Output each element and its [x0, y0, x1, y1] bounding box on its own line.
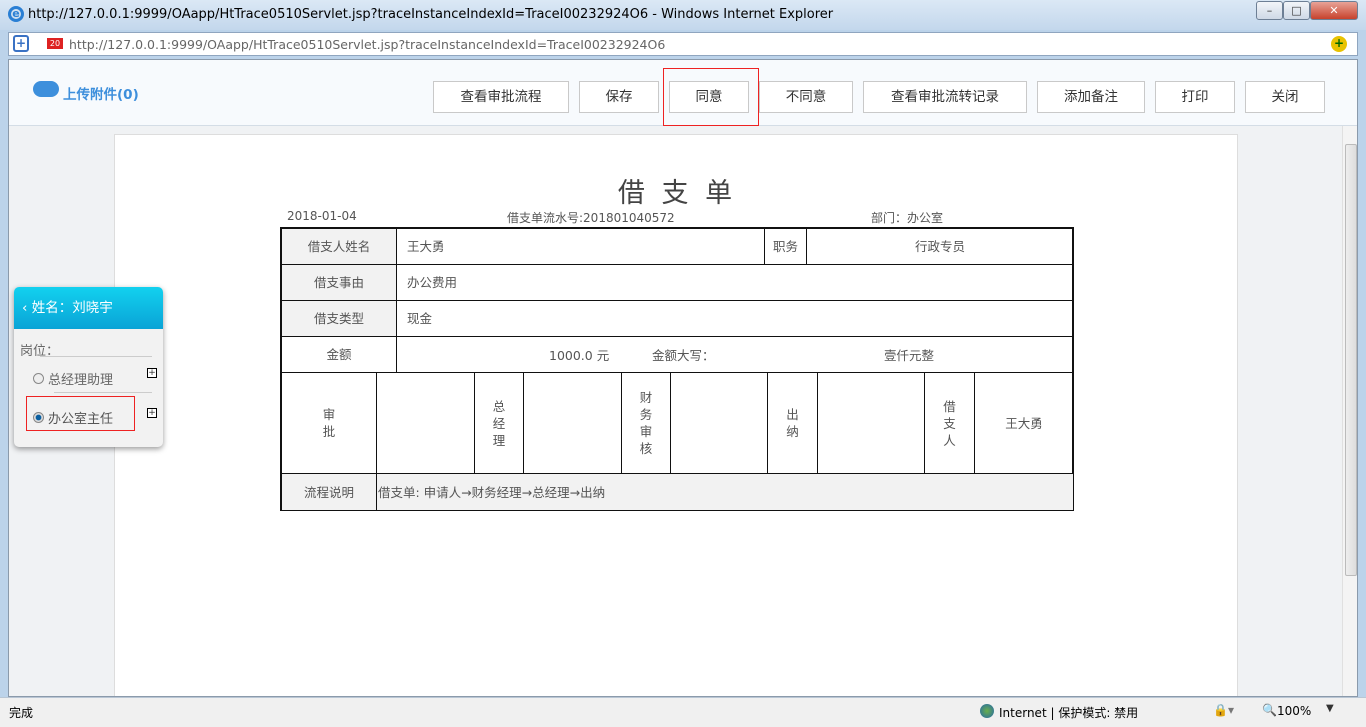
site-icon: 20 — [47, 38, 63, 49]
radio-selected-icon[interactable] — [33, 412, 44, 423]
view-flow-records-button[interactable]: 查看审批流转记录 — [863, 81, 1027, 113]
zoom-level[interactable]: 100% — [1277, 704, 1311, 718]
title-bar: e http://127.0.0.1:9999/OAapp/HtTrace051… — [0, 0, 1366, 30]
borrower-sign: 王大勇 — [974, 372, 1074, 474]
form-dept: 部门：办公室 — [871, 209, 943, 226]
value-amount-upper: 壹仟元整 — [884, 347, 934, 364]
window-title: http://127.0.0.1:9999/OAapp/HtTrace0510S… — [28, 7, 833, 22]
label-finance: 财 务 审 核 — [621, 372, 671, 474]
agree-button[interactable]: 同意 — [669, 81, 749, 113]
user-name: 姓名：刘晓宇 — [32, 300, 113, 316]
value-type: 现金 — [396, 300, 1074, 337]
disagree-button[interactable]: 不同意 — [759, 81, 853, 113]
option-gm-assistant[interactable]: 总经理助理 — [33, 369, 113, 388]
gm-sign — [523, 372, 622, 474]
expand-icon[interactable]: + — [147, 408, 157, 418]
protected-mode-icon[interactable]: 🔒▾ — [1213, 703, 1234, 717]
value-amount: 1000.0 元 — [549, 347, 609, 364]
option-label: 总经理助理 — [48, 369, 113, 388]
ie-logo-icon: e — [8, 6, 24, 22]
compat-shield-icon[interactable]: + — [13, 35, 29, 52]
radio-icon[interactable] — [33, 373, 44, 384]
scrollbar-thumb[interactable] — [1345, 144, 1357, 576]
back-chevron-icon[interactable]: ‹ — [22, 300, 32, 316]
zoom-dropdown-icon[interactable]: ▼ — [1326, 703, 1334, 714]
save-button[interactable]: 保存 — [579, 81, 659, 113]
maximize-button[interactable]: □ — [1283, 1, 1310, 20]
panel-header[interactable]: ‹ 姓名：刘晓宇 — [14, 287, 163, 329]
divider — [54, 392, 152, 393]
label-amount: 金额 — [281, 336, 397, 373]
status-bar: 完成 Internet | 保护模式: 禁用 🔒▾ 🔍 100% ▼ — [0, 697, 1366, 727]
position-panel: ‹ 姓名：刘晓宇 岗位： 总经理助理 + 办公室主任 + — [14, 287, 163, 447]
label-reason: 借支事由 — [281, 264, 397, 301]
zoom-icon: 🔍 — [1262, 703, 1277, 717]
form-serial: 借支单流水号:201801040572 — [507, 209, 675, 226]
cashier-sign — [817, 372, 925, 474]
globe-icon — [980, 704, 994, 718]
action-toolbar: 上传附件(0) 查看审批流程 保存 同意 不同意 查看审批流转记录 添加备注 打… — [9, 60, 1358, 126]
amount-cell: 1000.0 元 金额大写： 壹仟元整 — [396, 336, 1074, 373]
divider — [40, 356, 152, 357]
security-zone[interactable]: Internet | 保护模式: 禁用 — [999, 704, 1138, 721]
form-table: 借支人姓名 王大勇 职务 行政专员 借支事由 办公费用 借支类型 现金 金额 1… — [280, 227, 1074, 511]
view-approval-flow-button[interactable]: 查看审批流程 — [433, 81, 569, 113]
label-amount-upper: 金额大写： — [652, 347, 715, 364]
value-flow: 借支单: 申请人→财务经理→总经理→出纳 — [376, 473, 1074, 511]
label-name: 借支人姓名 — [281, 228, 397, 265]
page-content: 上传附件(0) 查看审批流程 保存 同意 不同意 查看审批流转记录 添加备注 打… — [8, 59, 1358, 697]
loan-form: 借 支 单 2018-01-04 借支单流水号:201801040572 部门：… — [114, 134, 1238, 697]
label-cashier: 出 纳 — [767, 372, 818, 474]
form-title: 借 支 单 — [115, 171, 1239, 210]
label-approve: 审 批 — [281, 372, 377, 474]
value-position: 行政专员 — [806, 228, 1074, 265]
approve-sign — [376, 372, 475, 474]
addon-icon[interactable]: + — [1331, 36, 1347, 52]
minimize-button[interactable]: – — [1256, 1, 1283, 20]
label-position: 职务 — [764, 228, 807, 265]
label-flow: 流程说明 — [281, 473, 377, 511]
value-reason: 办公费用 — [396, 264, 1074, 301]
option-office-director[interactable]: 办公室主任 — [33, 408, 113, 427]
print-button[interactable]: 打印 — [1155, 81, 1235, 113]
close-window-button[interactable]: ✕ — [1310, 1, 1358, 20]
upload-cloud-icon[interactable] — [33, 81, 59, 97]
upload-attachment-link[interactable]: 上传附件(0) — [63, 83, 139, 103]
status-text: 完成 — [9, 704, 33, 721]
label-borrower: 借 支 人 — [924, 372, 975, 474]
close-button[interactable]: 关闭 — [1245, 81, 1325, 113]
form-date: 2018-01-04 — [287, 209, 357, 223]
label-gm: 总 经 理 — [474, 372, 524, 474]
finance-sign — [670, 372, 768, 474]
address-bar[interactable]: + 20 http://127.0.0.1:9999/OAapp/HtTrace… — [8, 32, 1358, 56]
add-note-button[interactable]: 添加备注 — [1037, 81, 1145, 113]
expand-icon[interactable]: + — [147, 368, 157, 378]
option-label: 办公室主任 — [48, 408, 113, 427]
url-field[interactable]: http://127.0.0.1:9999/OAapp/HtTrace0510S… — [69, 37, 665, 52]
value-name: 王大勇 — [396, 228, 765, 265]
label-type: 借支类型 — [281, 300, 397, 337]
vertical-scrollbar[interactable] — [1342, 126, 1358, 697]
